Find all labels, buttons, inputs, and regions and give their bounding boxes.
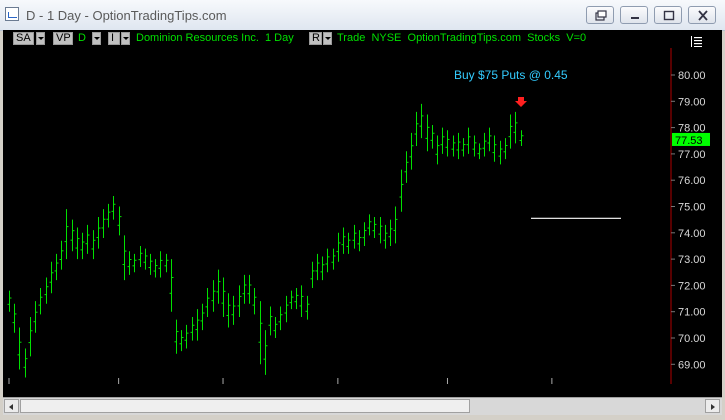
minimize-button[interactable] [620, 6, 648, 24]
y-tick-label: 80.00 [678, 70, 706, 82]
symbol-label: D [78, 32, 86, 44]
close-icon [698, 10, 708, 21]
minimize-icon [631, 17, 639, 19]
arrow-left-icon [9, 404, 13, 410]
trade-annotation: Buy $75 Puts @ 0.45 [454, 68, 568, 82]
vp-button[interactable]: VP [53, 32, 73, 45]
interval-button[interactable]: I [108, 32, 120, 45]
chart-window-icon [5, 7, 19, 21]
y-tick-label: 73.00 [678, 254, 706, 266]
scroll-thumb[interactable] [20, 399, 470, 413]
symbol-dropdown[interactable] [92, 32, 101, 45]
maximize-button[interactable] [654, 6, 682, 24]
y-tick-label: 75.00 [678, 202, 706, 214]
y-tick-label: 69.00 [678, 359, 706, 371]
chart-menu-icon[interactable] [691, 34, 703, 47]
sa-button[interactable]: SA [13, 32, 34, 45]
y-tick-label: 76.00 [678, 175, 706, 187]
close-button[interactable] [688, 6, 716, 24]
arrow-right-icon [711, 404, 715, 410]
sa-dropdown[interactable] [36, 32, 45, 45]
restore-down-button[interactable] [586, 6, 614, 24]
chart-toolbar: SA VP D I Dominion Resources Inc. 1 Day … [3, 30, 722, 48]
info-label: Trade NYSE OptionTradingTips.com Stocks … [337, 32, 587, 44]
y-tick-label: 70.00 [678, 333, 706, 345]
r-button[interactable]: R [309, 32, 322, 45]
y-tick-label: 78.00 [678, 123, 706, 135]
scroll-left-button[interactable] [4, 399, 19, 413]
window-title: D - 1 Day - OptionTradingTips.com [26, 8, 227, 23]
restore-icon [595, 10, 607, 21]
y-tick-label: 77.00 [678, 149, 706, 161]
y-tick-label: 72.00 [678, 280, 706, 292]
interval-dropdown[interactable] [121, 32, 130, 45]
horizontal-scrollbar[interactable] [3, 397, 722, 415]
scroll-right-button[interactable] [705, 399, 720, 413]
r-dropdown[interactable] [323, 32, 332, 45]
y-tick-label: 74.00 [678, 228, 706, 240]
price-chart-svg: 80.00 79.00 78.00 77.00 76.00 75.00 74.00 73.00… [7, 48, 710, 395]
y-tick-label: 79.00 [678, 96, 706, 108]
last-price-label: 77.53 [675, 135, 703, 147]
y-tick-label: 71.00 [678, 307, 706, 319]
window-titlebar: D - 1 Day - OptionTradingTips.com [0, 0, 725, 31]
sell-signal-arrow-icon [515, 97, 527, 107]
chart-footer-strip [3, 384, 722, 397]
company-label: Dominion Resources Inc. 1 Day [136, 32, 294, 44]
price-chart[interactable]: 80.00 79.00 78.00 77.00 76.00 75.00 74.00 73.00… [3, 48, 722, 395]
maximize-icon [663, 10, 675, 21]
